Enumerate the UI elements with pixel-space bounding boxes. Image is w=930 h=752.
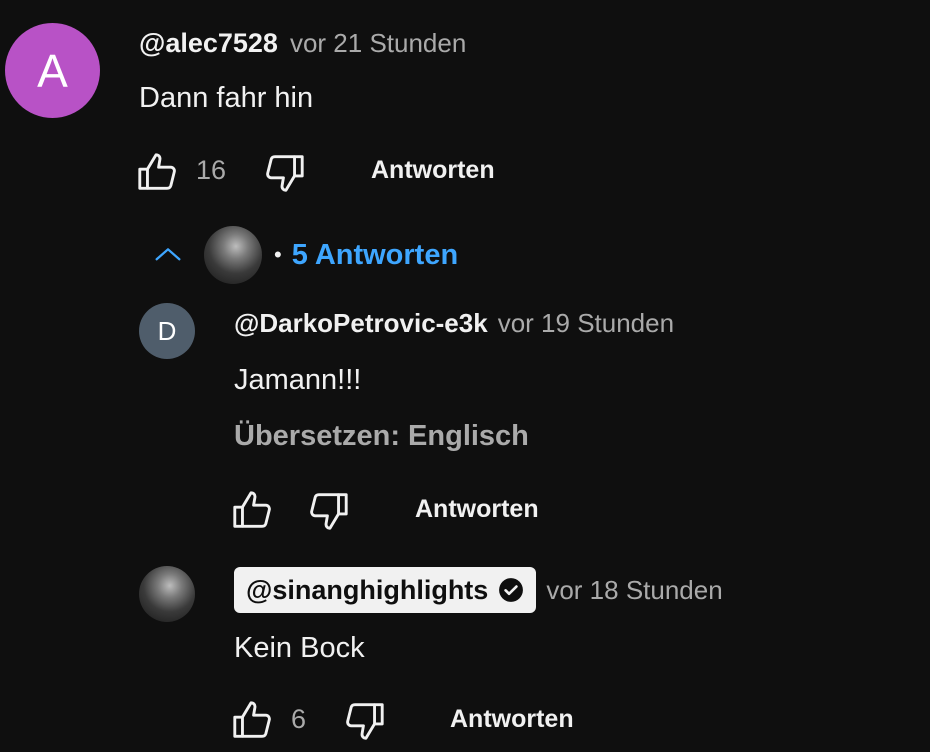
- comment-header: @alec7528 vor 21 Stunden: [139, 28, 466, 62]
- dislike-button[interactable]: [260, 150, 308, 196]
- reply-avatar[interactable]: D: [139, 303, 195, 359]
- thumbs-down-icon: [310, 493, 348, 530]
- dislike-button[interactable]: [304, 488, 352, 534]
- avatar-letter: D: [157, 315, 177, 346]
- reply-time[interactable]: vor 19 Stunden: [498, 308, 674, 339]
- thumbs-down-icon: [346, 703, 384, 740]
- reply-button[interactable]: Antworten: [415, 495, 539, 524]
- reply-header: @sinanghighlights vor 18 Stunden: [234, 567, 723, 613]
- avatar-letter: A: [37, 44, 68, 97]
- comment-text: Dann fahr hin: [139, 82, 314, 114]
- like-button[interactable]: [228, 696, 278, 744]
- comment-username[interactable]: @alec7528: [139, 28, 278, 59]
- reply-username: @sinanghighlights: [246, 574, 489, 605]
- verified-check-icon: [499, 578, 524, 602]
- thumbs-up-icon: [233, 701, 271, 738]
- chevron-up-icon[interactable]: [148, 235, 188, 275]
- reply-time[interactable]: vor 18 Stunden: [546, 575, 722, 606]
- comment-time[interactable]: vor 21 Stunden: [290, 28, 466, 59]
- like-count: 6: [291, 704, 307, 734]
- owner-username-chip[interactable]: @sinanghighlights: [234, 567, 537, 613]
- thumbs-up-icon: [138, 153, 176, 190]
- thumbs-down-icon: [266, 155, 304, 192]
- translate-link[interactable]: Übersetzen: Englisch: [234, 420, 529, 453]
- comment-avatar[interactable]: A: [5, 23, 100, 118]
- replies-separator: •: [274, 242, 282, 267]
- replies-toggle[interactable]: • 5 Antworten: [148, 220, 458, 290]
- like-button[interactable]: [228, 486, 278, 534]
- dislike-button[interactable]: [340, 698, 388, 744]
- reply-username[interactable]: @DarkoPetrovic-e3k: [234, 308, 488, 339]
- like-count: 16: [196, 155, 227, 185]
- replies-count-label[interactable]: 5 Antworten: [292, 239, 458, 272]
- reply-text: Jamann!!!: [234, 364, 362, 396]
- reply-header: @DarkoPetrovic-e3k vor 19 Stunden: [234, 308, 674, 342]
- like-button[interactable]: [133, 148, 183, 196]
- thumbs-up-icon: [233, 491, 271, 528]
- reply-author-avatar: [204, 226, 262, 284]
- reply-avatar[interactable]: [139, 566, 195, 622]
- reply-text: Kein Bock: [234, 632, 365, 664]
- reply-button[interactable]: Antworten: [450, 705, 574, 734]
- reply-button[interactable]: Antworten: [371, 156, 495, 185]
